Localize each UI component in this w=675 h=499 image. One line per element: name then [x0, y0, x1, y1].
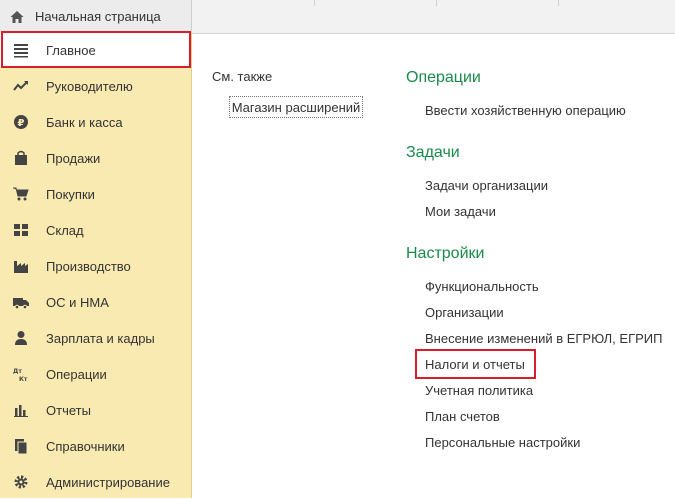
sidebar-item-label: Справочники — [46, 438, 125, 454]
sidebar-item-assets[interactable]: ОС и НМА — [0, 285, 191, 319]
link-chart-of-accounts[interactable]: План счетов — [425, 409, 500, 424]
truck-icon — [13, 294, 29, 310]
sidebar-item-sales[interactable]: Продажи — [0, 141, 191, 175]
sidebar-item-label: Производство — [46, 258, 131, 274]
link-egrul-changes[interactable]: Внесение изменений в ЕГРЮЛ, ЕГРИП — [425, 331, 662, 346]
dt-kt-icon: Дт Кт — [13, 366, 29, 382]
sidebar-item-production[interactable]: Производство — [0, 249, 191, 283]
svg-text:Дт: Дт — [13, 368, 22, 375]
sidebar-item-label: ОС и НМА — [46, 294, 109, 310]
link-taxes-reports[interactable]: Налоги и отчеты — [425, 357, 525, 372]
sidebar-item-label: Отчеты — [46, 402, 91, 418]
link-organization-tasks[interactable]: Задачи организации — [425, 178, 548, 193]
tab-separator — [436, 0, 437, 6]
sidebar-item-label: Администрирование — [46, 474, 170, 490]
grid-icon — [13, 222, 29, 238]
tab-separator — [558, 0, 559, 6]
sidebar-item-main[interactable]: Главное — [0, 33, 191, 67]
top-tab-bar: Начальная страница — [0, 0, 675, 34]
sidebar-item-label: Банк и касса — [46, 114, 123, 130]
link-organizations[interactable]: Организации — [425, 305, 504, 320]
section-title-operations: Операции — [406, 69, 481, 86]
sidebar-item-label: Продажи — [46, 150, 101, 166]
sidebar-item-label: Покупки — [46, 186, 95, 202]
link-accounting-policy[interactable]: Учетная политика — [425, 383, 533, 398]
sidebar-item-label: Главное — [46, 42, 96, 58]
home-icon — [10, 10, 24, 23]
sidebar-item-admin[interactable]: Администрирование — [0, 465, 191, 499]
sidebar: Главное Руководителю ₽ Банк и касса Прод… — [0, 33, 192, 498]
home-tab[interactable]: Начальная страница — [0, 0, 192, 33]
link-my-tasks[interactable]: Мои задачи — [425, 204, 496, 219]
section-title-settings: Настройки — [406, 245, 485, 262]
sidebar-item-label: Операции — [46, 366, 107, 382]
svg-text:₽: ₽ — [18, 118, 25, 129]
bar-chart-icon — [13, 402, 29, 418]
sidebar-item-bank[interactable]: ₽ Банк и касса — [0, 105, 191, 139]
sidebar-item-label: Зарплата и кадры — [46, 330, 155, 346]
see-also-label: См. также — [212, 69, 273, 84]
sidebar-item-references[interactable]: Справочники — [0, 429, 191, 463]
sidebar-item-reports[interactable]: Отчеты — [0, 393, 191, 427]
book-icon — [13, 438, 29, 454]
gear-icon — [13, 474, 29, 490]
sidebar-item-salary[interactable]: Зарплата и кадры — [0, 321, 191, 355]
sidebar-item-warehouse[interactable]: Склад — [0, 213, 191, 247]
svg-text:Кт: Кт — [19, 376, 28, 382]
person-icon — [13, 330, 29, 346]
home-tab-label: Начальная страница — [35, 9, 161, 24]
cart-icon — [13, 186, 29, 202]
menu-icon — [13, 42, 29, 58]
link-personal-settings[interactable]: Персональные настройки — [425, 435, 580, 450]
link-enter-operation[interactable]: Ввести хозяйственную операцию — [425, 103, 626, 118]
extensions-store-link[interactable]: Магазин расширений — [229, 96, 363, 118]
sidebar-item-operations[interactable]: Дт Кт Операции — [0, 357, 191, 391]
factory-icon — [13, 258, 29, 274]
ruble-coin-icon: ₽ — [13, 114, 29, 130]
bag-icon — [13, 150, 29, 166]
sidebar-item-label: Склад — [46, 222, 84, 238]
section-title-tasks: Задачи — [406, 144, 460, 161]
link-functionality[interactable]: Функциональность — [425, 279, 539, 294]
trend-icon — [13, 78, 29, 94]
sidebar-item-manager[interactable]: Руководителю — [0, 69, 191, 103]
sidebar-item-label: Руководителю — [46, 78, 133, 94]
tab-separator — [314, 0, 315, 6]
sidebar-item-purchases[interactable]: Покупки — [0, 177, 191, 211]
